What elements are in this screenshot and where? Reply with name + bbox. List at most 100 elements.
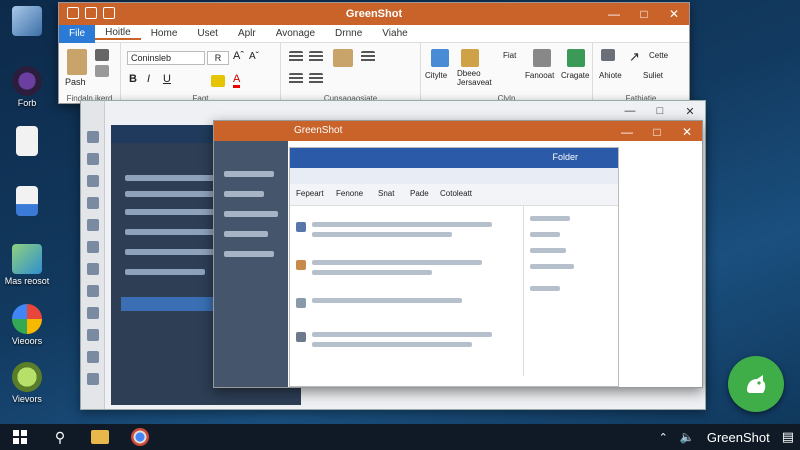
text-placeholder	[224, 211, 278, 217]
shrink-font-icon[interactable]: Aˇ	[249, 51, 259, 62]
text-placeholder	[530, 248, 566, 253]
taskbar-app-browser[interactable]	[120, 424, 160, 450]
tool-icon[interactable]	[87, 175, 99, 187]
cut-icon[interactable]	[95, 49, 109, 61]
tab-drnne[interactable]: Drnne	[325, 28, 372, 39]
tool-icon[interactable]	[87, 285, 99, 297]
minimize-button[interactable]: —	[599, 3, 629, 25]
copy-icon[interactable]	[95, 65, 109, 77]
outdent-icon[interactable]	[309, 73, 323, 85]
tab-viahe[interactable]: Viahe	[372, 28, 417, 39]
underline-icon[interactable]: U	[163, 73, 171, 85]
close-button[interactable]: ✕	[675, 101, 705, 121]
find-icon[interactable]	[601, 49, 615, 61]
desktop-icon-file[interactable]	[2, 126, 52, 158]
notification-icon[interactable]: ▤	[782, 429, 794, 445]
taskbar-app-explorer[interactable]	[80, 424, 120, 450]
start-button[interactable]	[0, 424, 40, 450]
chevron-up-icon[interactable]: ⌃	[659, 431, 668, 444]
computer-icon	[12, 6, 42, 36]
ribbon-body: Pash Findaln ikerd Coninsleb R Aˆ Aˇ B I…	[59, 43, 689, 103]
list-icon[interactable]	[361, 51, 375, 63]
text-placeholder	[312, 222, 492, 227]
fenone-button[interactable]: Fenone	[336, 189, 363, 198]
search-icon: ⚲	[54, 428, 66, 445]
fiat-button[interactable]: Fiat	[503, 51, 516, 60]
tool-icon[interactable]	[87, 307, 99, 319]
font-color-icon[interactable]: A	[233, 73, 241, 88]
font-name-select[interactable]: Coninsleb	[127, 51, 205, 65]
suliet-button[interactable]: Suliet	[643, 71, 663, 80]
tool-icon[interactable]	[87, 153, 99, 165]
table-icon[interactable]	[431, 49, 449, 67]
pade-button[interactable]: Pade	[410, 189, 429, 198]
greenshot-fab-button[interactable]	[728, 356, 784, 412]
desktop-icon-doc2[interactable]	[2, 186, 52, 218]
dbeeo-button[interactable]: Dbeeo Jersaveat	[457, 69, 497, 87]
ahiote-button[interactable]: Ahiote	[599, 71, 622, 80]
minimize-button[interactable]: —	[612, 121, 642, 143]
message-icon	[296, 260, 306, 270]
paste-icon[interactable]	[67, 49, 87, 75]
picture-icon[interactable]	[567, 49, 585, 67]
cotoleatt-button[interactable]: Cotoleatt	[440, 189, 472, 198]
desktop-icon-mas-reosot[interactable]: Mas reosot	[2, 244, 52, 286]
desktop-icon-forb[interactable]: Forb	[2, 66, 52, 108]
tab-hoitle[interactable]: Hoitle	[95, 27, 141, 40]
text-placeholder	[312, 342, 472, 347]
styles-icon[interactable]	[333, 49, 353, 67]
system-tray: ⌃ 🔈 GreenShot ▤	[653, 424, 800, 450]
close-button[interactable]: ✕	[659, 3, 689, 25]
ribbon-group-font: Coninsleb R Aˆ Aˇ B I U A Fagt	[121, 43, 281, 103]
tool-icon[interactable]	[87, 351, 99, 363]
font-size-select[interactable]: R	[207, 51, 229, 65]
snat-button[interactable]: Snat	[378, 189, 394, 198]
check-icon	[296, 332, 306, 342]
tool-icon[interactable]	[87, 219, 99, 231]
browser-icon	[12, 66, 42, 96]
maximize-button[interactable]: □	[642, 121, 672, 143]
shapes-icon[interactable]	[533, 49, 551, 67]
tool-icon[interactable]	[87, 241, 99, 253]
greenshot-logo-icon	[747, 375, 766, 393]
tab-uset[interactable]: Uset	[187, 28, 228, 39]
cragate-button[interactable]: Cragate	[561, 71, 589, 80]
grid-icon[interactable]	[461, 49, 479, 67]
indent-icon[interactable]	[289, 73, 303, 85]
taskbar: ⚲ ⌃ 🔈 GreenShot ▤	[0, 424, 800, 450]
greenshot-window: GreenShot — □ ✕ Folder Fepeart Fenone Sn…	[213, 120, 703, 388]
close-button[interactable]: ✕	[672, 121, 702, 143]
citylte-button[interactable]: Citylte	[425, 71, 447, 80]
fepeart-button[interactable]: Fepeart	[296, 189, 324, 198]
tool-icon[interactable]	[87, 373, 99, 385]
highlight-icon[interactable]	[211, 75, 225, 87]
bold-icon[interactable]: B	[129, 73, 137, 85]
cette-button[interactable]: Cette	[649, 51, 668, 60]
tab-avonage[interactable]: Avonage	[266, 28, 325, 39]
grow-font-icon[interactable]: Aˆ	[233, 50, 244, 62]
tool-icon[interactable]	[87, 263, 99, 275]
maximize-button[interactable]: □	[645, 101, 675, 121]
message-icon	[296, 222, 306, 232]
tab-home[interactable]: Home	[141, 28, 188, 39]
desktop-icon-vieoors[interactable]: Vieoors	[2, 304, 52, 346]
desktop-icon-vievors[interactable]: Vievors	[2, 362, 52, 404]
maximize-button[interactable]: □	[629, 3, 659, 25]
fanooat-button[interactable]: Fanooat	[525, 71, 554, 80]
align-center-icon[interactable]	[309, 51, 323, 63]
select-icon[interactable]: ↗	[629, 49, 640, 65]
text-placeholder	[125, 229, 225, 235]
text-placeholder	[312, 260, 482, 265]
tab-file[interactable]: File	[59, 24, 96, 43]
tab-aplr[interactable]: Aplr	[228, 28, 266, 39]
text-placeholder	[530, 264, 574, 269]
tool-icon[interactable]	[87, 131, 99, 143]
tool-icon[interactable]	[87, 329, 99, 341]
align-left-icon[interactable]	[289, 51, 303, 63]
italic-icon[interactable]: I	[147, 73, 150, 85]
search-button[interactable]: ⚲	[40, 424, 80, 450]
minimize-button[interactable]: —	[615, 101, 645, 121]
desktop-icon-computer[interactable]	[2, 6, 52, 38]
tool-icon[interactable]	[87, 197, 99, 209]
volume-icon[interactable]: 🔈	[680, 430, 695, 444]
